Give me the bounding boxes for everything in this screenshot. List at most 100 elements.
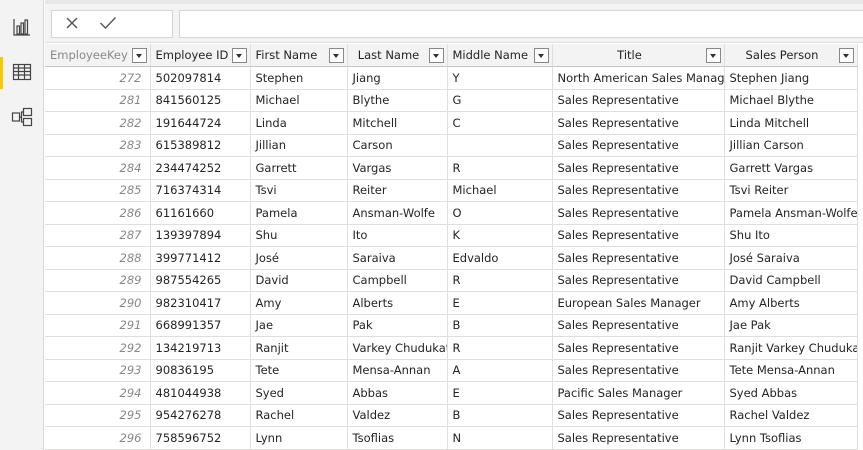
first-name-cell[interactable]: Tete — [250, 359, 348, 382]
employee-id-cell[interactable]: 191644724 — [150, 111, 251, 135]
sales-person-cell[interactable]: David Campbell — [724, 269, 858, 292]
employee-id-cell[interactable]: 987554265 — [150, 269, 251, 292]
employee-id-cell[interactable]: 502097814 — [150, 66, 251, 90]
employee-id-cell[interactable]: 758596752 — [150, 426, 251, 450]
employee-id-cell[interactable]: 134219713 — [150, 336, 251, 360]
employeekey-cell[interactable]: 283 — [45, 134, 151, 157]
chevron-down-icon[interactable] — [131, 48, 147, 63]
employee-id-cell[interactable]: 615389812 — [150, 134, 251, 157]
last-name-cell[interactable]: Mitchell — [347, 111, 448, 135]
last-name-cell[interactable]: Vargas — [347, 156, 448, 180]
table-row[interactable]: 289 987554265 David Campbell R Sales Represen… — [45, 269, 858, 292]
last-name-cell[interactable]: Campbell — [347, 269, 448, 292]
sales-person-cell[interactable]: Amy Alberts — [724, 291, 858, 315]
title-cell[interactable]: Sales Representative — [552, 156, 725, 180]
table-row[interactable]: 283 615389812 Jillian Carson Sales Represent… — [45, 134, 858, 157]
employeekey-cell[interactable]: 287 — [45, 224, 151, 247]
middle-name-cell[interactable] — [447, 134, 553, 157]
middle-name-cell[interactable]: B — [447, 404, 553, 427]
first-name-cell[interactable]: Syed — [250, 381, 348, 405]
chevron-down-icon[interactable] — [328, 48, 344, 63]
column-header-first-name[interactable]: First Name — [250, 44, 348, 67]
sales-person-cell[interactable]: Garrett Vargas — [724, 156, 858, 180]
table-row[interactable]: 286 61161660 Pamela Ansman-Wolfe O Sales Repr… — [45, 201, 858, 225]
table-row[interactable]: 287 139397894 Shu Ito K Sales Representative S… — [45, 224, 858, 247]
employee-id-cell[interactable]: 139397894 — [150, 224, 251, 247]
title-cell[interactable]: Sales Representative — [552, 201, 725, 225]
middle-name-cell[interactable]: C — [447, 111, 553, 135]
title-cell[interactable]: Sales Representative — [552, 359, 725, 382]
employee-id-cell[interactable]: 954276278 — [150, 404, 251, 427]
first-name-cell[interactable]: Michael — [250, 89, 348, 112]
first-name-cell[interactable]: Garrett — [250, 156, 348, 180]
employeekey-cell[interactable]: 285 — [45, 179, 151, 202]
employee-id-cell[interactable]: 61161660 — [150, 201, 251, 225]
middle-name-cell[interactable]: B — [447, 314, 553, 337]
column-header-title[interactable]: Title — [552, 44, 725, 67]
last-name-cell[interactable]: Carson — [347, 134, 448, 157]
title-cell[interactable]: Pacific Sales Manager — [552, 381, 725, 405]
sales-person-cell[interactable]: Pamela Ansman-Wolfe — [724, 201, 858, 225]
first-name-cell[interactable]: David — [250, 269, 348, 292]
table-row[interactable]: 295 954276278 Rachel Valdez B Sales Represent… — [45, 404, 858, 427]
employeekey-cell[interactable]: 295 — [45, 404, 151, 427]
employeekey-cell[interactable]: 288 — [45, 246, 151, 270]
middle-name-cell[interactable]: R — [447, 336, 553, 360]
title-cell[interactable]: Sales Representative — [552, 426, 725, 450]
last-name-cell[interactable]: Ito — [347, 224, 448, 247]
model-view-button[interactable] — [0, 98, 44, 138]
title-cell[interactable]: Sales Representative — [552, 314, 725, 337]
column-header-last-name[interactable]: Last Name — [347, 44, 448, 67]
employeekey-cell[interactable]: 272 — [45, 66, 151, 90]
middle-name-cell[interactable]: E — [447, 381, 553, 405]
middle-name-cell[interactable]: K — [447, 224, 553, 247]
title-cell[interactable]: Sales Representative — [552, 134, 725, 157]
employeekey-cell[interactable]: 293 — [45, 359, 151, 382]
title-cell[interactable]: Sales Representative — [552, 179, 725, 202]
sales-person-cell[interactable]: Lynn Tsoflias — [724, 426, 858, 450]
table-row[interactable]: 296 758596752 Lynn Tsoflias N Sales Represent… — [45, 426, 858, 450]
last-name-cell[interactable]: Jiang — [347, 66, 448, 90]
middle-name-cell[interactable]: R — [447, 156, 553, 180]
last-name-cell[interactable]: Abbas — [347, 381, 448, 405]
column-header-middle-name[interactable]: Middle Name — [447, 44, 553, 67]
sales-person-cell[interactable]: Linda Mitchell — [724, 111, 858, 135]
employeekey-cell[interactable]: 284 — [45, 156, 151, 180]
table-row[interactable]: 281 841560125 Michael Blythe G Sales Represen… — [45, 89, 858, 112]
middle-name-cell[interactable]: G — [447, 89, 553, 112]
first-name-cell[interactable]: Rachel — [250, 404, 348, 427]
last-name-cell[interactable]: Pak — [347, 314, 448, 337]
title-cell[interactable]: Sales Representative — [552, 246, 725, 270]
employeekey-cell[interactable]: 296 — [45, 426, 151, 450]
last-name-cell[interactable]: Saraiva — [347, 246, 448, 270]
first-name-cell[interactable]: Lynn — [250, 426, 348, 450]
last-name-cell[interactable]: Varkey Chudukatil — [347, 336, 448, 360]
title-cell[interactable]: North American Sales Manager — [552, 66, 725, 90]
sales-person-cell[interactable]: Stephen Jiang — [724, 66, 858, 90]
cancel-formula-button[interactable] — [56, 11, 88, 37]
title-cell[interactable]: Sales Representative — [552, 111, 725, 135]
middle-name-cell[interactable]: A — [447, 359, 553, 382]
last-name-cell[interactable]: Mensa-Annan — [347, 359, 448, 382]
sales-person-cell[interactable]: Jae Pak — [724, 314, 858, 337]
table-row[interactable]: 272 502097814 Stephen Jiang Y North American … — [45, 66, 858, 90]
chevron-down-icon[interactable] — [533, 48, 549, 63]
first-name-cell[interactable]: Pamela — [250, 201, 348, 225]
first-name-cell[interactable]: Ranjit — [250, 336, 348, 360]
table-row[interactable]: 294 481044938 Syed Abbas E Pacific Sales Mana… — [45, 381, 858, 405]
middle-name-cell[interactable]: R — [447, 269, 553, 292]
column-header-employee-id[interactable]: Employee ID — [150, 44, 251, 67]
first-name-cell[interactable]: Stephen — [250, 66, 348, 90]
title-cell[interactable]: Sales Representative — [552, 404, 725, 427]
title-cell[interactable]: Sales Representative — [552, 89, 725, 112]
sales-person-cell[interactable]: Tsvi Reiter — [724, 179, 858, 202]
last-name-cell[interactable]: Ansman-Wolfe — [347, 201, 448, 225]
employeekey-cell[interactable]: 281 — [45, 89, 151, 112]
employeekey-cell[interactable]: 282 — [45, 111, 151, 135]
table-row[interactable]: 284 234474252 Garrett Vargas R Sales Represen… — [45, 156, 858, 180]
last-name-cell[interactable]: Tsoflias — [347, 426, 448, 450]
employeekey-cell[interactable]: 291 — [45, 314, 151, 337]
last-name-cell[interactable]: Valdez — [347, 404, 448, 427]
table-row[interactable]: 291 668991357 Jae Pak B Sales Representative J… — [45, 314, 858, 337]
employee-id-cell[interactable]: 982310417 — [150, 291, 251, 315]
